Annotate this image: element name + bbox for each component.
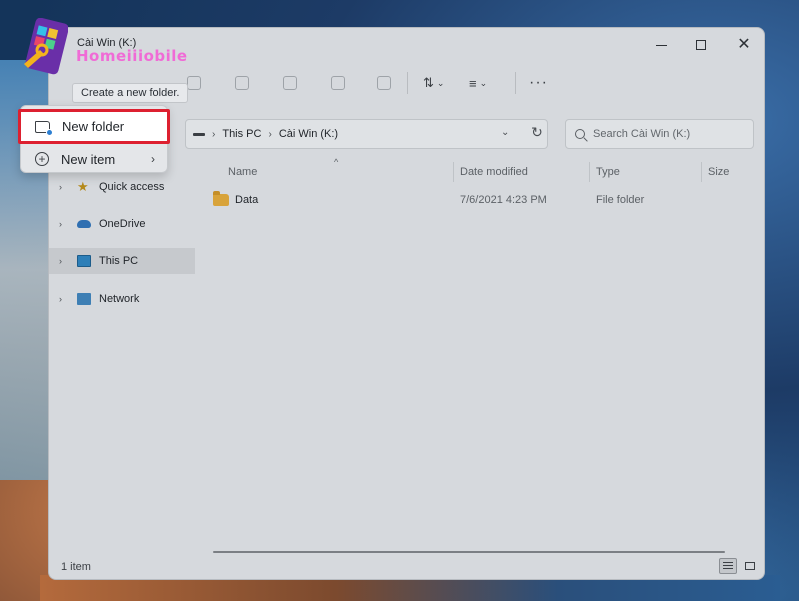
chevron-right-icon: › bbox=[59, 182, 62, 192]
minimize-icon bbox=[655, 44, 667, 46]
sort-ascending-icon: ^ bbox=[334, 157, 339, 167]
address-history-dropdown[interactable]: ⌄ bbox=[501, 127, 509, 138]
folder-icon bbox=[213, 191, 229, 206]
column-header-size[interactable]: Size bbox=[708, 166, 729, 178]
maximize-icon bbox=[696, 40, 706, 50]
status-bar: 1 item bbox=[49, 553, 764, 579]
nav-item-this-pc[interactable]: › This PC bbox=[49, 248, 195, 274]
close-icon: ✕ bbox=[737, 36, 751, 53]
trash-icon bbox=[377, 76, 391, 90]
more-icon: ··· bbox=[529, 74, 548, 91]
drive-icon bbox=[193, 132, 205, 136]
minimize-button[interactable] bbox=[643, 34, 679, 56]
rename-icon bbox=[283, 76, 297, 90]
nav-item-label: Network bbox=[99, 293, 140, 305]
see-more-button[interactable]: ··· bbox=[529, 72, 548, 94]
new-folder-menu-item[interactable]: New folder bbox=[18, 109, 170, 144]
chevron-right-icon: › bbox=[151, 152, 155, 166]
nav-item-label: Quick access bbox=[99, 181, 165, 193]
tooltip: Create a new folder. bbox=[72, 83, 189, 103]
column-divider[interactable] bbox=[701, 162, 702, 182]
address-bar[interactable]: › This PC › Cài Win (K:) bbox=[185, 119, 548, 149]
tiles-view-icon bbox=[745, 562, 755, 570]
search-box[interactable]: Search Cài Win (K:) bbox=[565, 119, 754, 149]
sort-button[interactable]: ⇅ ⌄ bbox=[423, 72, 444, 94]
column-header-name[interactable]: Name bbox=[228, 166, 257, 178]
breadcrumb-drive[interactable]: Cài Win (K:) bbox=[279, 128, 338, 140]
new-menu: New folder + New item › bbox=[18, 105, 170, 174]
file-date: 7/6/2021 4:23 PM bbox=[460, 194, 547, 206]
view-list-icon: ≡ bbox=[469, 75, 477, 91]
close-button[interactable]: ✕ bbox=[726, 34, 762, 56]
nav-item-label: This PC bbox=[99, 255, 139, 267]
paste-button[interactable] bbox=[235, 72, 249, 94]
file-type: File folder bbox=[596, 194, 645, 206]
cloud-icon bbox=[77, 220, 91, 228]
refresh-button[interactable]: ↻ bbox=[529, 124, 545, 140]
column-divider[interactable] bbox=[453, 162, 454, 182]
chevron-down-icon: ⌄ bbox=[436, 77, 445, 88]
menu-item-label: New folder bbox=[62, 119, 125, 134]
search-icon bbox=[575, 129, 585, 139]
new-item-menu-item[interactable]: + New item › bbox=[21, 144, 169, 174]
details-view-icon bbox=[723, 562, 733, 570]
item-count: 1 item bbox=[61, 561, 91, 573]
toolbar-divider bbox=[515, 72, 516, 94]
chevron-down-icon: ⌄ bbox=[479, 77, 488, 88]
details-view-button[interactable] bbox=[719, 558, 737, 574]
file-name: Data bbox=[235, 194, 259, 206]
computer-icon bbox=[77, 255, 91, 267]
file-list: ^ Name Date modified Type Size Data 7/6/… bbox=[199, 152, 754, 552]
column-divider[interactable] bbox=[589, 162, 590, 182]
breadcrumb-this-pc[interactable]: This PC bbox=[222, 128, 261, 140]
new-folder-icon bbox=[35, 120, 53, 136]
toolbar-divider bbox=[407, 72, 408, 94]
view-button[interactable]: ≡ ⌄ bbox=[469, 72, 487, 94]
menu-item-label: New item bbox=[61, 151, 116, 167]
chevron-right-icon: › bbox=[59, 219, 62, 229]
share-icon bbox=[331, 76, 345, 90]
table-row[interactable]: Data 7/6/2021 4:23 PM File folder bbox=[213, 188, 743, 212]
chevron-right-icon: › bbox=[59, 294, 62, 304]
copy-button[interactable] bbox=[187, 72, 201, 94]
brand-logo bbox=[24, 18, 68, 75]
brand-logo-text: Homeiiiobile bbox=[76, 47, 188, 65]
chevron-right-icon: › bbox=[59, 256, 62, 266]
paste-icon bbox=[235, 76, 249, 90]
maximize-button[interactable] bbox=[683, 34, 719, 56]
star-icon: ★ bbox=[77, 179, 89, 194]
search-placeholder: Search Cài Win (K:) bbox=[593, 128, 691, 140]
plus-circle-icon: + bbox=[35, 152, 49, 166]
chevron-right-icon: › bbox=[268, 128, 272, 140]
nav-item-quick-access[interactable]: › ★ Quick access bbox=[49, 174, 195, 200]
rename-button[interactable] bbox=[283, 72, 297, 94]
chevron-right-icon: › bbox=[212, 128, 216, 140]
nav-item-network[interactable]: › Network bbox=[49, 286, 195, 312]
column-header-type[interactable]: Type bbox=[596, 166, 620, 178]
delete-button[interactable] bbox=[377, 72, 391, 94]
network-icon bbox=[77, 293, 91, 305]
nav-item-label: OneDrive bbox=[99, 218, 146, 230]
share-button[interactable] bbox=[331, 72, 345, 94]
sort-icon: ⇅ bbox=[423, 75, 434, 90]
copy-icon bbox=[187, 76, 201, 90]
large-icons-view-button[interactable] bbox=[741, 558, 759, 574]
column-header-date[interactable]: Date modified bbox=[460, 166, 528, 178]
nav-item-onedrive[interactable]: › OneDrive bbox=[49, 211, 195, 237]
navigation-pane: › ★ Quick access › OneDrive › This PC › … bbox=[49, 158, 197, 558]
